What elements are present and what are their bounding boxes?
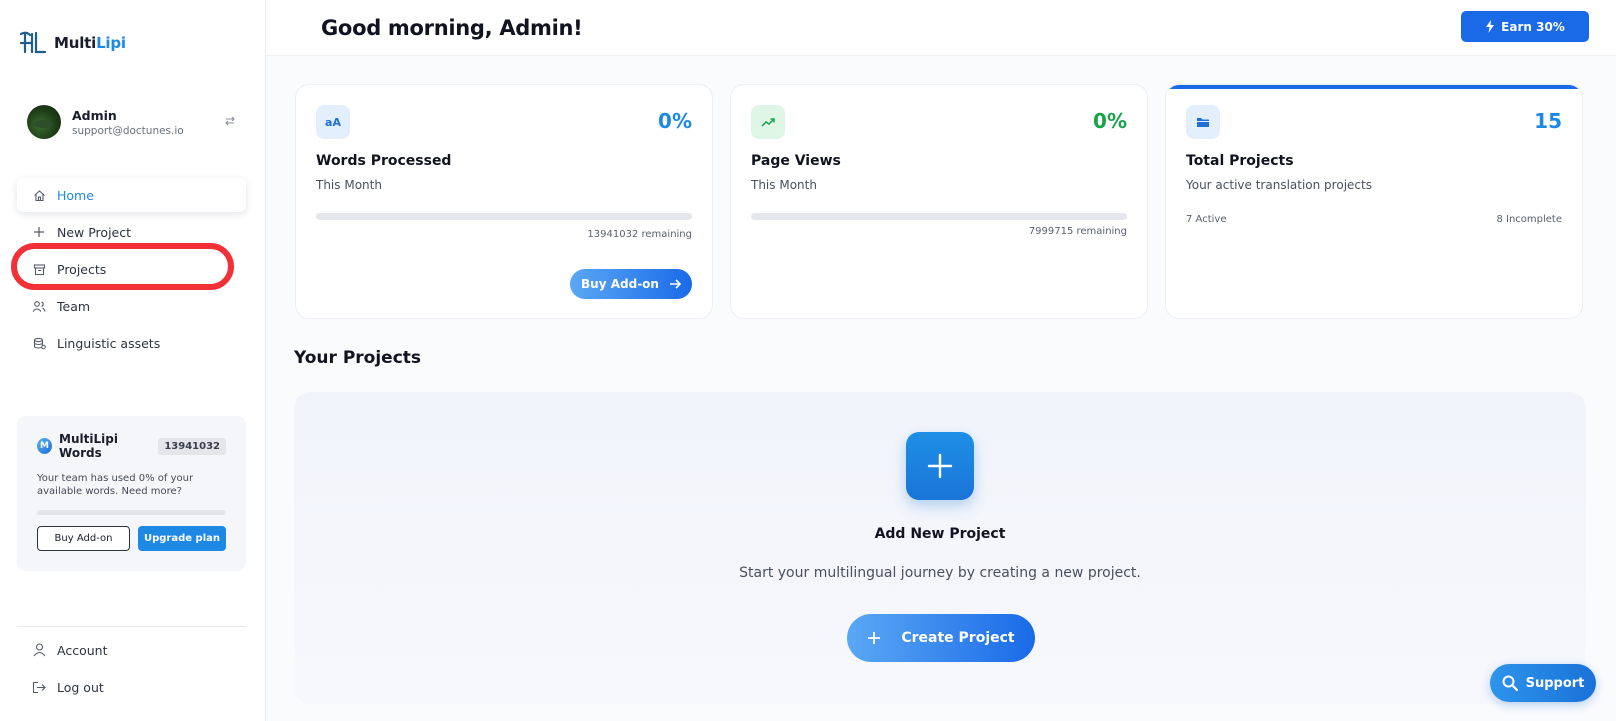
page-title: Good morning, Admin! bbox=[321, 16, 583, 40]
sidebar: MultiLipi Admin support@doctunes.io Home… bbox=[0, 0, 266, 721]
sidebar-item-account[interactable]: Account bbox=[17, 633, 246, 667]
earn-button[interactable]: Earn 30% bbox=[1461, 11, 1589, 42]
page-views-card: 0% Page Views This Month 7999715 remaini… bbox=[730, 84, 1148, 319]
add-project-description: Start your multilingual journey by creat… bbox=[739, 565, 1141, 581]
words-card-actions: Buy Add-on Upgrade plan bbox=[37, 526, 226, 551]
create-project-button[interactable]: Create Project bbox=[847, 614, 1035, 662]
brand-name: MultiLipi bbox=[54, 34, 126, 52]
plus-icon bbox=[32, 225, 46, 239]
total-projects-card: 15 Total Projects Your active translatio… bbox=[1165, 84, 1583, 319]
logout-icon bbox=[32, 680, 46, 694]
sidebar-item-label: Account bbox=[57, 642, 108, 658]
page-views-title: Page Views bbox=[751, 153, 841, 169]
arrow-right-icon bbox=[669, 279, 681, 289]
projects-highlight-annotation bbox=[11, 243, 234, 290]
sidebar-item-label: Linguistic assets bbox=[57, 335, 161, 351]
words-usage-card: M MultiLipi Words 13941032 Your team has… bbox=[17, 416, 246, 571]
words-processed-title: Words Processed bbox=[316, 153, 452, 169]
create-project-label: Create Project bbox=[901, 630, 1015, 646]
sidebar-item-logout[interactable]: Log out bbox=[17, 670, 246, 704]
active-projects-count: 7 Active bbox=[1186, 214, 1227, 225]
buy-add-on-button[interactable]: Buy Add-on bbox=[37, 526, 130, 551]
lightning-icon bbox=[1486, 20, 1495, 33]
database-icon bbox=[32, 336, 46, 350]
trending-up-icon bbox=[751, 105, 785, 139]
incomplete-projects-count: 8 Incomplete bbox=[1496, 214, 1562, 225]
support-button[interactable]: Support bbox=[1490, 664, 1596, 702]
total-projects-sub: Your active translation projects bbox=[1186, 178, 1372, 192]
sidebar-item-label: Home bbox=[57, 187, 94, 203]
search-icon bbox=[1502, 675, 1518, 691]
total-projects-value: 15 bbox=[1534, 109, 1562, 133]
page-views-progress bbox=[751, 213, 1127, 220]
user-name: Admin bbox=[72, 107, 117, 123]
user-icon bbox=[32, 643, 46, 657]
earn-button-label: Earn 30% bbox=[1501, 19, 1565, 34]
user-email: support@doctunes.io bbox=[72, 124, 184, 137]
folder-icon bbox=[1186, 105, 1220, 139]
page-views-period: This Month bbox=[751, 178, 817, 192]
upgrade-plan-button[interactable]: Upgrade plan bbox=[138, 526, 226, 551]
words-card-header: M MultiLipi Words 13941032 bbox=[37, 432, 226, 460]
words-usage-text: Your team has used 0% of your available … bbox=[37, 473, 194, 497]
page-views-remaining: 7999715 remaining bbox=[1028, 226, 1127, 237]
projects-empty-state: Add New Project Start your multilingual … bbox=[294, 392, 1586, 704]
sidebar-item-label: New Project bbox=[57, 224, 132, 240]
switch-account-icon[interactable] bbox=[223, 115, 237, 129]
sidebar-divider bbox=[17, 626, 246, 627]
home-icon bbox=[32, 188, 46, 202]
buy-add-on-label: Buy Add-on bbox=[581, 277, 659, 291]
sidebar-item-team[interactable]: Team bbox=[17, 289, 246, 323]
multilipi-badge-icon: M bbox=[37, 438, 53, 454]
add-project-tile[interactable] bbox=[906, 432, 974, 500]
text-size-icon: aA bbox=[316, 105, 350, 139]
main-nav: Home New Project Projects Team Linguisti… bbox=[11, 178, 246, 363]
words-processed-card: aA 0% Words Processed This Month 1394103… bbox=[295, 84, 713, 319]
sidebar-item-home[interactable]: Home bbox=[17, 178, 246, 212]
words-count-badge: 13941032 bbox=[158, 437, 226, 455]
buy-add-on-button[interactable]: Buy Add-on bbox=[570, 269, 692, 299]
user-info: Admin support@doctunes.io bbox=[72, 108, 223, 137]
words-processed-progress bbox=[316, 213, 692, 220]
users-icon bbox=[32, 299, 46, 313]
page-views-value: 0% bbox=[1093, 109, 1127, 133]
avatar bbox=[27, 105, 61, 139]
words-usage-bar bbox=[37, 510, 226, 515]
words-processed-value: 0% bbox=[658, 109, 692, 133]
words-card-title-text: MultiLipi Words bbox=[59, 432, 118, 460]
your-projects-heading: Your Projects bbox=[294, 348, 422, 368]
multilipi-logo-icon bbox=[19, 31, 47, 54]
project-status-row: 7 Active 8 Incomplete bbox=[1186, 214, 1562, 225]
plus-icon bbox=[927, 453, 953, 479]
user-profile[interactable]: Admin support@doctunes.io bbox=[27, 105, 237, 139]
sidebar-item-label: Team bbox=[57, 298, 91, 314]
bottom-nav: Account Log out bbox=[17, 633, 246, 707]
add-project-title: Add New Project bbox=[874, 526, 1006, 542]
words-card-title: M MultiLipi Words bbox=[37, 432, 158, 460]
plus-icon bbox=[868, 632, 881, 644]
sidebar-item-label: Log out bbox=[57, 679, 104, 695]
words-processed-period: This Month bbox=[316, 178, 382, 192]
brand-logo[interactable]: MultiLipi bbox=[18, 28, 126, 58]
total-projects-title: Total Projects bbox=[1186, 153, 1294, 169]
top-bar: Good morning, Admin! Earn 30% bbox=[266, 0, 1616, 56]
support-label: Support bbox=[1525, 675, 1585, 691]
words-remaining: 13941032 remaining bbox=[587, 229, 692, 240]
main-content: Good morning, Admin! Earn 30% aA 0% Word… bbox=[266, 0, 1616, 721]
sidebar-item-linguistic-assets[interactable]: Linguistic assets bbox=[17, 326, 246, 360]
